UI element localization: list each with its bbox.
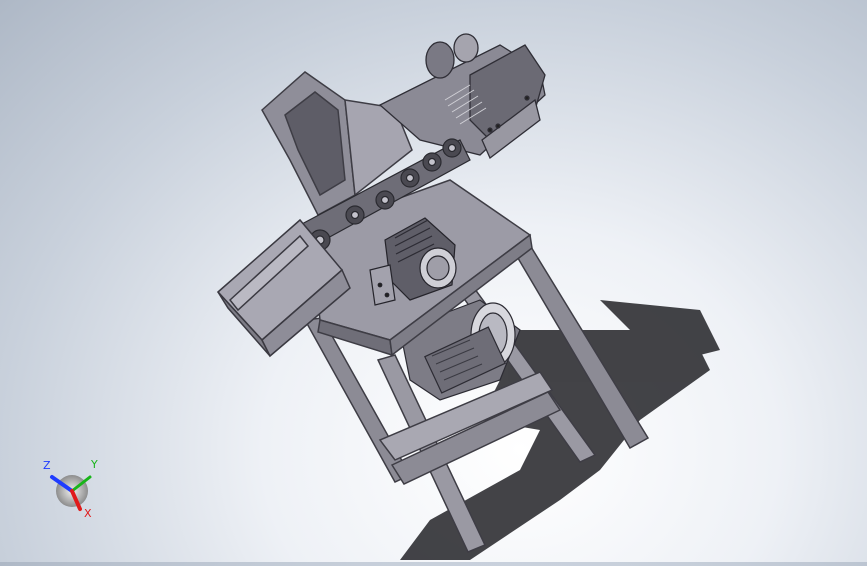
cad-model-view[interactable]	[0, 0, 867, 562]
z-axis-label: Z	[43, 459, 51, 472]
y-axis-label: Y	[90, 458, 98, 471]
x-axis-label: X	[84, 507, 92, 520]
graphics-viewport[interactable]: Z Y X	[0, 0, 867, 562]
orientation-triad[interactable]: Z Y X	[40, 455, 110, 525]
